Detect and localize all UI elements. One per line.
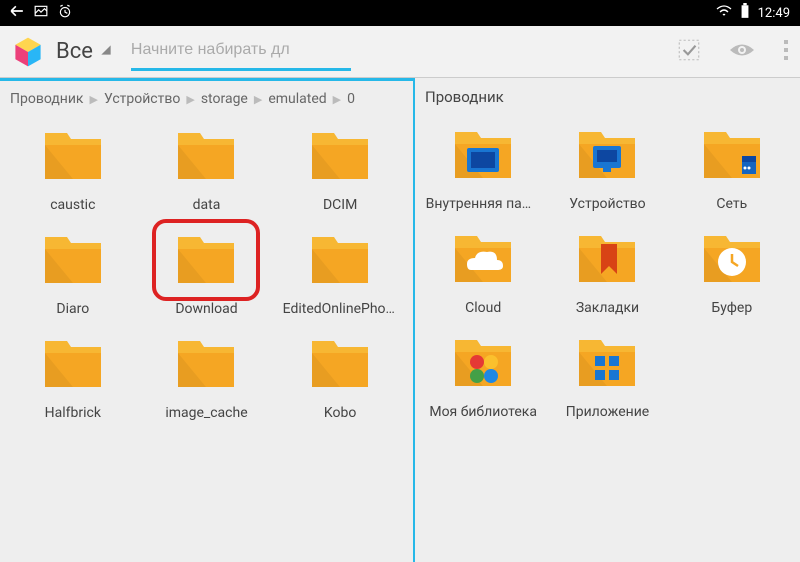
folder-icon	[306, 335, 374, 395]
app-logo-icon	[10, 34, 46, 70]
shortcut-label: Устройство	[569, 196, 645, 212]
breadcrumb-item[interactable]: storage	[201, 91, 248, 107]
folder-icon	[698, 230, 766, 290]
shortcut-item[interactable]: Внутренняя память	[423, 126, 543, 212]
folder-label: Download	[175, 301, 237, 317]
shortcut-item[interactable]: Устройство	[547, 126, 667, 212]
folder-label: Halfbrick	[45, 405, 101, 421]
folder-item[interactable]: data	[146, 127, 266, 213]
battery-icon	[740, 3, 750, 23]
folder-icon	[39, 127, 107, 187]
folder-icon	[698, 126, 766, 186]
folder-item[interactable]: Diaro	[13, 231, 133, 317]
back-icon	[10, 4, 24, 22]
wifi-icon	[716, 4, 732, 22]
status-time: 12:49	[758, 6, 790, 21]
search-box[interactable]	[131, 33, 351, 71]
app-header: Все	[0, 26, 800, 78]
folder-label: Diaro	[56, 301, 89, 317]
folder-icon	[449, 334, 517, 394]
breadcrumb-item[interactable]: Проводник	[10, 91, 84, 107]
folder-icon	[172, 335, 240, 395]
eye-icon[interactable]	[728, 40, 756, 64]
shortcut-label: Приложение	[566, 404, 649, 420]
chevron-right-icon: ▶	[333, 93, 341, 106]
folder-item[interactable]: Halfbrick	[13, 335, 133, 421]
breadcrumb-item[interactable]: 0	[347, 91, 355, 107]
folder-icon	[449, 126, 517, 186]
shortcut-label: Буфер	[711, 300, 752, 316]
shortcut-item[interactable]: Буфер	[672, 230, 792, 316]
folder-item[interactable]: caustic	[13, 127, 133, 213]
shortcut-label: Закладки	[576, 300, 639, 316]
folder-icon	[306, 127, 374, 187]
shortcut-item[interactable]: Приложение	[547, 334, 667, 420]
breadcrumb-item[interactable]: Устройство	[104, 91, 180, 107]
pane-title: Проводник	[415, 78, 800, 114]
folder-item[interactable]: Download	[146, 231, 266, 317]
folder-grid: caustic data DCIM Diaro Download EditedO…	[0, 115, 413, 562]
shortcut-item[interactable]: Сеть	[672, 126, 792, 212]
folder-icon	[306, 231, 374, 291]
shortcut-item[interactable]: Моя библиотека	[423, 334, 543, 420]
shortcut-item[interactable]: Закладки	[547, 230, 667, 316]
breadcrumb-item[interactable]: emulated	[268, 91, 326, 107]
folder-item[interactable]: Kobo	[280, 335, 400, 421]
folder-label: image_cache	[165, 405, 247, 421]
folder-icon	[449, 230, 517, 290]
shortcut-item[interactable]: Cloud	[423, 230, 543, 316]
chevron-right-icon: ▶	[90, 93, 98, 106]
picture-icon	[34, 4, 48, 22]
folder-item[interactable]: image_cache	[146, 335, 266, 421]
alarm-icon	[58, 4, 72, 22]
folder-icon	[573, 126, 641, 186]
folder-icon	[39, 335, 107, 395]
chevron-right-icon: ▶	[254, 93, 262, 106]
folder-label: caustic	[50, 197, 95, 213]
status-bar: 12:49	[0, 0, 800, 26]
left-pane: Проводник ▶ Устройство ▶ storage ▶ emulated…	[0, 78, 415, 562]
folder-label: Kobo	[324, 405, 356, 421]
select-icon[interactable]	[676, 37, 702, 67]
folder-item[interactable]: EditedOnlinePhotos	[280, 231, 400, 317]
breadcrumb: Проводник ▶ Устройство ▶ storage ▶ emulated…	[0, 81, 413, 115]
search-input[interactable]	[131, 41, 351, 59]
overflow-menu-icon[interactable]	[782, 38, 790, 66]
right-pane: Проводник Внутренняя память Устройство С…	[415, 78, 800, 562]
folder-icon	[573, 334, 641, 394]
folder-icon	[573, 230, 641, 290]
shortcut-label: Сеть	[716, 196, 747, 212]
folder-label: data	[193, 197, 221, 213]
folder-icon	[172, 127, 240, 187]
chevron-right-icon: ▶	[186, 93, 194, 106]
spinner-dropdown-icon[interactable]	[99, 42, 113, 61]
shortcut-label: Моя библиотека	[429, 404, 537, 420]
right-pane-title: Проводник	[425, 88, 504, 106]
folder-icon	[39, 231, 107, 291]
shortcut-grid: Внутренняя память Устройство Сеть Cloud …	[415, 114, 800, 562]
shortcut-label: Cloud	[465, 300, 501, 316]
shortcut-label: Внутренняя память	[426, 196, 541, 212]
folder-item[interactable]: DCIM	[280, 127, 400, 213]
folder-label: DCIM	[323, 197, 357, 213]
folder-label: EditedOnlinePhotos	[283, 301, 398, 317]
filter-spinner-label[interactable]: Все	[56, 39, 93, 64]
selection-highlight	[152, 219, 260, 301]
